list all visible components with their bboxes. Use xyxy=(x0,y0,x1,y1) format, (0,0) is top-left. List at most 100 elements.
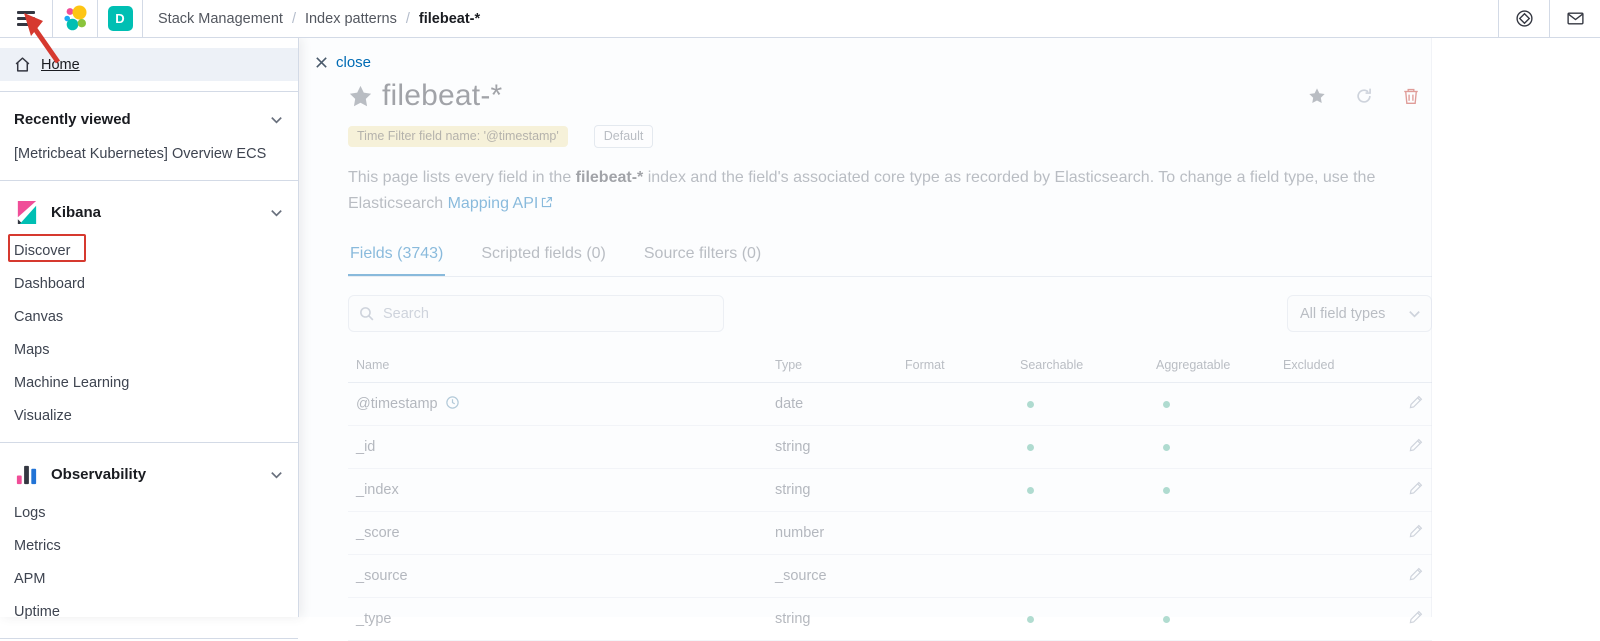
table-row: _index string xyxy=(348,469,1432,512)
edit-field-button[interactable] xyxy=(1408,437,1424,456)
edit-field-button[interactable] xyxy=(1408,394,1424,413)
field-excluded xyxy=(1275,512,1384,555)
time-filter-badge: Time Filter field name: '@timestamp' xyxy=(348,126,568,147)
column-header-format: Format xyxy=(897,352,1012,383)
pencil-icon xyxy=(1408,523,1424,539)
field-name: _type xyxy=(356,611,391,627)
aggregatable-dot xyxy=(1163,616,1170,623)
breadcrumb-index-patterns[interactable]: Index patterns xyxy=(305,11,397,27)
table-row: @timestamp date xyxy=(348,383,1432,426)
divider xyxy=(0,180,298,181)
section-label: Recently viewed xyxy=(14,111,131,128)
set-default-button[interactable] xyxy=(1308,87,1326,105)
sidebar-item-dashboard[interactable]: Dashboard xyxy=(0,267,298,300)
close-label: close xyxy=(336,54,371,71)
home-icon xyxy=(14,56,31,73)
edit-field-button[interactable] xyxy=(1408,609,1424,628)
search-icon xyxy=(358,305,375,327)
divider xyxy=(0,442,298,443)
chevron-down-icon xyxy=(1407,306,1422,321)
chevron-down-icon xyxy=(269,112,284,127)
field-format xyxy=(897,426,1012,469)
field-table-body: @timestamp date _id string xyxy=(348,383,1432,641)
menu-icon[interactable] xyxy=(17,11,35,25)
field-type: _source xyxy=(767,555,897,598)
tab-bar: Fields (3743) Scripted fields (0) Source… xyxy=(348,245,1432,277)
delete-button[interactable] xyxy=(1402,87,1420,105)
section-observability[interactable]: Observability xyxy=(0,453,298,496)
tab-fields[interactable]: Fields (3743) xyxy=(348,245,445,276)
searchable-dot xyxy=(1027,616,1034,623)
field-type: string xyxy=(767,426,897,469)
field-excluded xyxy=(1275,383,1384,426)
field-type: number xyxy=(767,512,897,555)
sidebar-item-metricbeat-overview[interactable]: [Metricbeat Kubernetes] Overview ECS xyxy=(0,137,298,170)
sidebar-item-discover[interactable]: Discover xyxy=(0,234,298,267)
sidebar-item-logs[interactable]: Logs xyxy=(0,496,298,529)
table-row: _id string xyxy=(348,426,1432,469)
table-row: _source _source xyxy=(348,555,1432,598)
sidebar-item-visualize[interactable]: Visualize xyxy=(0,399,298,432)
tab-scripted-fields[interactable]: Scripted fields (0) xyxy=(479,245,608,276)
field-type: string xyxy=(767,469,897,512)
sidebar-item-metrics[interactable]: Metrics xyxy=(0,529,298,562)
field-name: _score xyxy=(356,525,400,541)
divider xyxy=(0,91,298,92)
sidebar-item-canvas[interactable]: Canvas xyxy=(0,300,298,333)
newsfeed-button[interactable] xyxy=(1550,0,1600,38)
sidebar-item-home[interactable]: Home xyxy=(0,48,298,81)
sidebar-item-uptime[interactable]: Uptime xyxy=(0,595,298,628)
default-badge: Default xyxy=(594,125,654,148)
tab-source-filters[interactable]: Source filters (0) xyxy=(642,245,763,276)
field-name: _index xyxy=(356,482,399,498)
elastic-logo xyxy=(62,5,89,32)
field-type: string xyxy=(767,598,897,641)
field-format xyxy=(897,383,1012,426)
field-excluded xyxy=(1275,426,1384,469)
field-format xyxy=(897,598,1012,641)
field-format xyxy=(897,555,1012,598)
pencil-icon xyxy=(1408,437,1424,453)
field-name: @timestamp xyxy=(356,396,438,412)
searchable-dot xyxy=(1027,444,1034,451)
table-row: _score number xyxy=(348,512,1432,555)
refresh-button[interactable] xyxy=(1355,87,1373,105)
index-name: filebeat-* xyxy=(576,169,644,186)
sidebar-item-machine-learning[interactable]: Machine Learning xyxy=(0,366,298,399)
search-input[interactable] xyxy=(348,295,724,332)
field-format xyxy=(897,512,1012,555)
section-kibana[interactable]: Kibana xyxy=(0,191,298,234)
newsfeed-icon xyxy=(1566,9,1585,28)
sidebar-item-apm[interactable]: APM xyxy=(0,562,298,595)
field-type: date xyxy=(767,383,897,426)
edit-field-button[interactable] xyxy=(1408,523,1424,542)
elastic-logo-button[interactable] xyxy=(53,0,97,38)
kibana-logo xyxy=(14,200,39,225)
top-bar: D Stack Management / Index patterns / fi… xyxy=(0,0,1600,38)
divider xyxy=(142,0,143,38)
deployment-badge[interactable]: D xyxy=(108,6,133,31)
column-header-type: Type xyxy=(767,352,897,383)
edit-field-button[interactable] xyxy=(1408,480,1424,499)
field-format xyxy=(897,469,1012,512)
breadcrumb-current: filebeat-* xyxy=(419,11,480,27)
refresh-icon xyxy=(1355,87,1373,105)
page-title: filebeat-* xyxy=(382,79,502,113)
section-recently-viewed[interactable]: Recently viewed xyxy=(0,102,298,137)
mapping-api-link[interactable]: Mapping API xyxy=(448,195,539,212)
breadcrumb-separator: / xyxy=(406,11,410,27)
sidebar-item-maps[interactable]: Maps xyxy=(0,333,298,366)
close-button[interactable]: close xyxy=(314,54,371,71)
page-description: This page lists every field in the fileb… xyxy=(348,165,1432,218)
edit-field-button[interactable] xyxy=(1408,566,1424,585)
searchable-dot xyxy=(1027,401,1034,408)
field-name: _source xyxy=(356,568,408,584)
help-button[interactable] xyxy=(1499,0,1549,38)
fields-table: Name Type Format Searchable Aggregatable… xyxy=(348,352,1432,641)
favorite-star-icon xyxy=(348,84,373,109)
aggregatable-dot xyxy=(1163,487,1170,494)
pencil-icon xyxy=(1408,609,1424,625)
aggregatable-dot xyxy=(1163,401,1170,408)
field-type-filter[interactable]: All field types xyxy=(1287,295,1432,332)
breadcrumb-stack-management[interactable]: Stack Management xyxy=(158,11,283,27)
